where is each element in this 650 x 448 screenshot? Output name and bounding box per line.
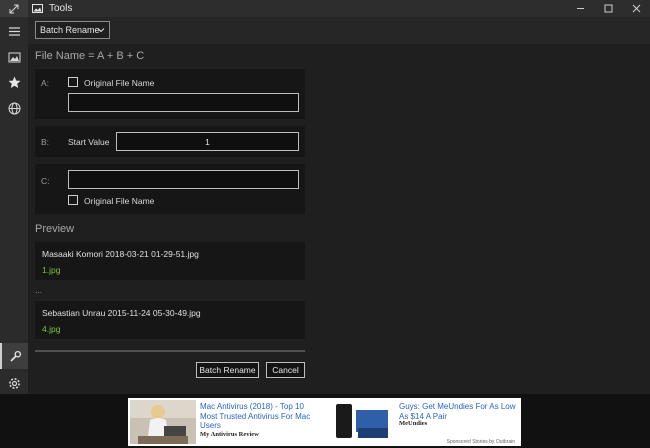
part-a-original-checkbox[interactable]	[68, 77, 78, 87]
star-icon[interactable]	[0, 69, 28, 95]
nav-rail	[0, 0, 28, 448]
start-value-label: Start Value	[68, 137, 110, 147]
tools-window: Tools Batch Rename File Name = A + B + C…	[0, 0, 650, 448]
window-title: Tools	[49, 3, 73, 14]
part-a-checkbox-label: Original File Name	[84, 78, 155, 88]
tools-wrench-icon[interactable]	[0, 343, 28, 369]
title-bar: Tools	[28, 0, 650, 17]
globe-icon[interactable]	[0, 95, 28, 121]
preview-original-name: Masaaki Komori 2018-03-21 01-29-51.jpg	[42, 249, 199, 259]
preview-item: Masaaki Komori 2018-03-21 01-29-51.jpg 1…	[35, 242, 305, 280]
part-c-card: C: Original File Name	[35, 164, 305, 214]
settings-gear-icon[interactable]	[0, 370, 28, 396]
ad-right-headline[interactable]: Guys: Get MeUndies For As Low As $14 A P…	[399, 402, 519, 421]
part-c-input[interactable]	[68, 170, 299, 189]
part-c-original-checkbox[interactable]	[68, 195, 78, 205]
chevron-down-icon	[97, 28, 105, 33]
ad-thumbnail-image	[130, 400, 196, 444]
app-image-icon	[32, 4, 43, 13]
part-b-card: B: Start Value 1	[35, 126, 305, 157]
mode-dropdown[interactable]: Batch Rename	[35, 21, 110, 39]
preview-new-name: 1.jpg	[42, 265, 61, 275]
preview-title: Preview	[35, 223, 75, 235]
close-button[interactable]	[622, 0, 650, 17]
expand-icon[interactable]	[0, 0, 28, 17]
ad-left-source: My Antivirus Review	[200, 431, 259, 438]
hamburger-menu-icon[interactable]	[0, 18, 28, 44]
part-c-label: C:	[41, 176, 50, 186]
start-value-input[interactable]: 1	[116, 132, 299, 151]
preview-new-name: 4.jpg	[42, 324, 61, 334]
minimize-button[interactable]	[566, 0, 594, 17]
mode-dropdown-label: Batch Rename	[40, 25, 100, 35]
toolbar: Batch Rename	[28, 17, 650, 44]
ad-right-source: MeUndies	[399, 420, 428, 427]
part-c-checkbox-label: Original File Name	[84, 196, 155, 206]
maximize-button[interactable]	[594, 0, 622, 17]
ad-thumbnail-image	[328, 400, 394, 444]
ad-left-headline[interactable]: Mac Antivirus (2018) - Top 10 Most Trust…	[200, 402, 318, 431]
part-b-label: B:	[41, 137, 50, 147]
cancel-button[interactable]: Cancel	[266, 362, 305, 378]
batch-rename-button[interactable]: Batch Rename	[196, 362, 259, 378]
preview-ellipsis: ...	[35, 285, 43, 295]
image-icon[interactable]	[0, 44, 28, 70]
divider	[35, 350, 305, 352]
formula-title: File Name = A + B + C	[35, 50, 145, 62]
part-a-card: A: Original File Name	[35, 69, 305, 119]
ad-banner[interactable]: Mac Antivirus (2018) - Top 10 Most Trust…	[128, 398, 521, 446]
ad-footer: Sponsored Stories by Outbrain	[446, 439, 515, 445]
preview-item: Sebastian Unrau 2015-11-24 05-30-49.jpg …	[35, 301, 305, 339]
part-a-label: A:	[41, 78, 50, 88]
preview-original-name: Sebastian Unrau 2015-11-24 05-30-49.jpg	[42, 308, 201, 318]
part-a-input[interactable]	[68, 93, 299, 112]
